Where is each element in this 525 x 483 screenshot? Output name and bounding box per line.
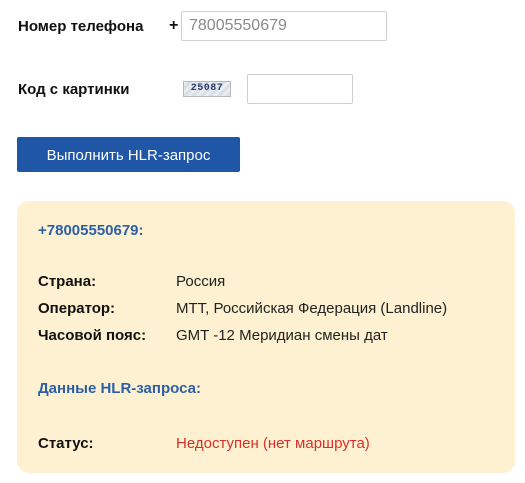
timezone-key: Часовой пояс: [38, 327, 147, 344]
captcha-input[interactable] [247, 74, 353, 104]
country-key: Страна: [38, 273, 97, 290]
phone-label: Номер телефона [18, 18, 144, 35]
captcha-label: Код с картинки [18, 81, 130, 98]
timezone-value: GMT -12 Меридиан смены дат [176, 327, 388, 344]
status-value: Недоступен (нет маршрута) [176, 435, 370, 452]
operator-value: МТТ, Российская Федерация (Landline) [176, 300, 448, 317]
operator-key: Оператор: [38, 300, 116, 317]
hlr-data-title: Данные HLR-запроса: [38, 380, 201, 397]
result-panel: +78005550679: Страна: Россия Оператор: М… [17, 201, 515, 473]
status-key: Статус: [38, 435, 94, 452]
phone-input[interactable] [181, 11, 387, 41]
hlr-lookup-page: Номер телефона + Код с картинки 25087 Вы… [0, 0, 525, 483]
hlr-request-button[interactable]: Выполнить HLR-запрос [17, 137, 240, 172]
plus-sign: + [169, 17, 179, 34]
captcha-image: 25087 [183, 81, 231, 97]
country-value: Россия [176, 273, 226, 290]
result-number: +78005550679: [38, 222, 144, 239]
